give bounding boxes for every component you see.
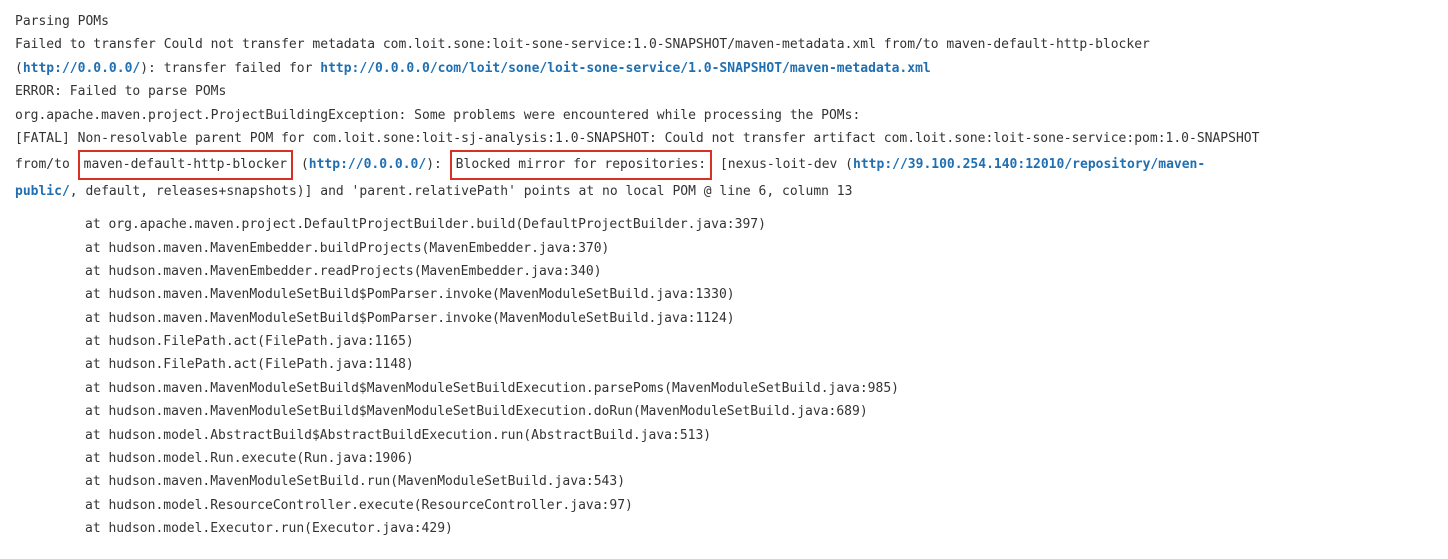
stack-trace-line: at hudson.model.Run.execute(Run.java:190… (15, 447, 1433, 470)
stack-trace-line: at hudson.FilePath.act(FilePath.java:114… (15, 353, 1433, 376)
log-line: [FATAL] Non-resolvable parent POM for co… (15, 127, 1433, 150)
url-link[interactable]: public/ (15, 184, 70, 199)
stack-trace-line: at hudson.maven.MavenEmbedder.buildProje… (15, 237, 1433, 260)
stack-trace-line: at hudson.maven.MavenModuleSetBuild$PomP… (15, 307, 1433, 330)
stack-trace-line: at hudson.model.AbstractBuild$AbstractBu… (15, 424, 1433, 447)
stack-trace-line: at org.apache.maven.project.DefaultProje… (15, 213, 1433, 236)
url-link[interactable]: http://0.0.0.0/com/loit/sone/loit-sone-s… (320, 61, 930, 76)
stack-trace-line: at hudson.maven.MavenEmbedder.readProjec… (15, 260, 1433, 283)
log-text: ): (426, 157, 449, 172)
log-text: [nexus-loit-dev ( (712, 157, 853, 172)
log-text: ( (293, 157, 309, 172)
log-line: org.apache.maven.project.ProjectBuilding… (15, 104, 1433, 127)
log-line: from/to maven-default-http-blocker (http… (15, 150, 1433, 179)
log-text: , default, releases+snapshots)] and 'par… (70, 184, 853, 199)
highlight-box-blocker: maven-default-http-blocker (78, 150, 294, 179)
log-text: from/to (15, 157, 78, 172)
stack-trace-line: at hudson.maven.MavenModuleSetBuild$Mave… (15, 377, 1433, 400)
stack-trace-line: at hudson.maven.MavenModuleSetBuild$PomP… (15, 283, 1433, 306)
url-link[interactable]: http://39.100.254.140:12010/repository/m… (853, 157, 1205, 172)
log-line: Failed to transfer Could not transfer me… (15, 33, 1433, 56)
log-line: ERROR: Failed to parse POMs (15, 80, 1433, 103)
log-line: Parsing POMs (15, 10, 1433, 33)
log-line: public/, default, releases+snapshots)] a… (15, 180, 1433, 203)
paren-open: ( (15, 61, 23, 76)
stack-trace: at org.apache.maven.project.DefaultProje… (15, 213, 1433, 540)
log-line: (http://0.0.0.0/): transfer failed for h… (15, 57, 1433, 80)
highlight-box-blocked-mirror: Blocked mirror for repositories: (450, 150, 712, 179)
log-text: ): transfer failed for (140, 61, 320, 76)
stack-trace-line: at hudson.maven.MavenModuleSetBuild.run(… (15, 470, 1433, 493)
stack-trace-line: at hudson.model.ResourceController.execu… (15, 494, 1433, 517)
url-link[interactable]: http://0.0.0.0/ (23, 61, 140, 76)
stack-trace-line: at hudson.FilePath.act(FilePath.java:116… (15, 330, 1433, 353)
stack-trace-line: at hudson.model.Executor.run(Executor.ja… (15, 517, 1433, 540)
stack-trace-line: at hudson.maven.MavenModuleSetBuild$Mave… (15, 400, 1433, 423)
url-link[interactable]: http://0.0.0.0/ (309, 157, 426, 172)
